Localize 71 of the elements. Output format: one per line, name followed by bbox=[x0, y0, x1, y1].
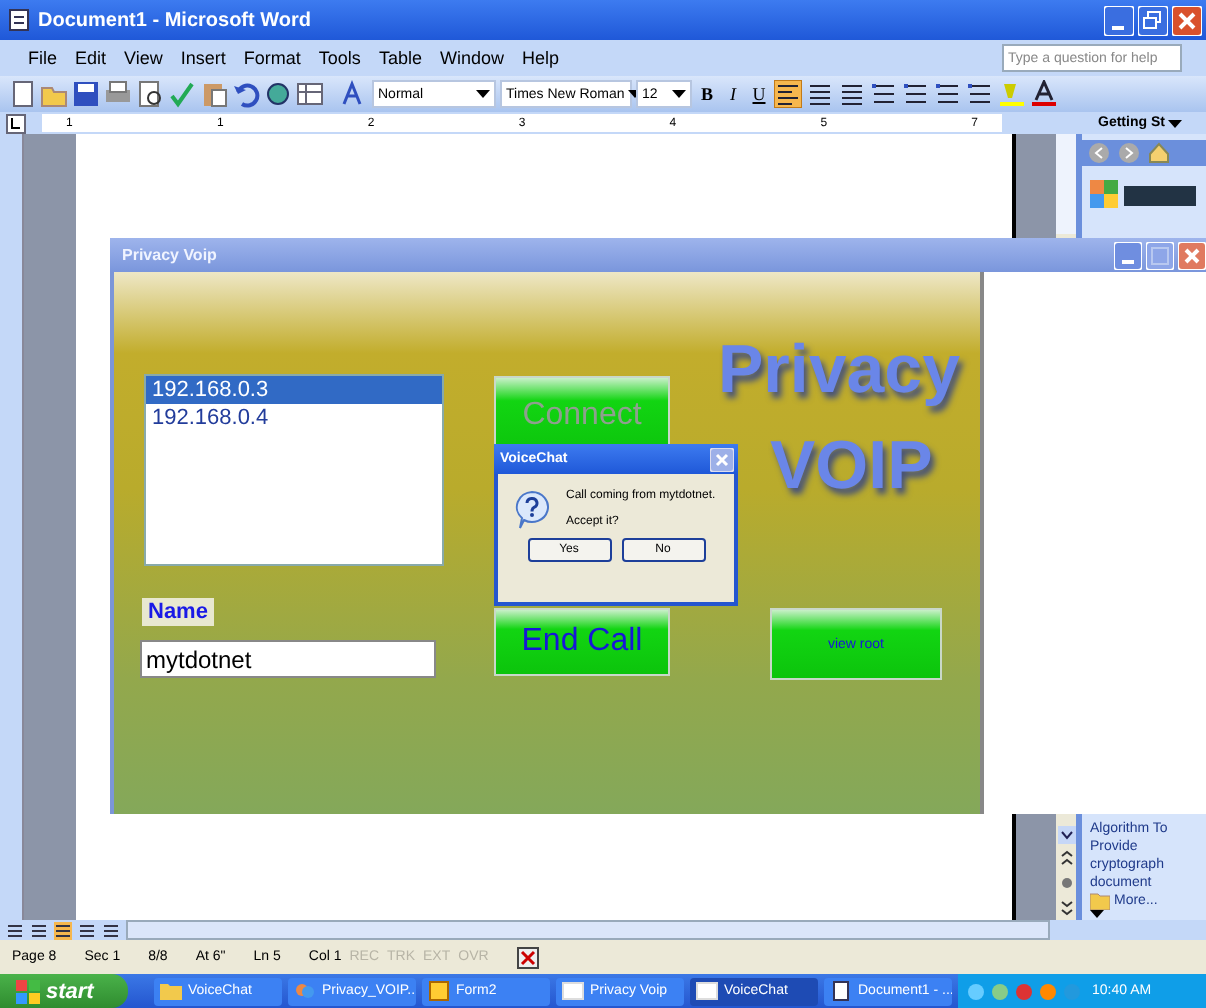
print-icon[interactable] bbox=[104, 80, 132, 108]
numbered-list-icon[interactable] bbox=[870, 80, 898, 108]
windows-logo-icon bbox=[16, 979, 40, 1003]
paste-icon[interactable] bbox=[200, 80, 228, 108]
font-color-icon[interactable] bbox=[1030, 80, 1058, 108]
folder-icon bbox=[160, 980, 182, 1002]
browse-object-icon[interactable] bbox=[1057, 874, 1075, 892]
list-item[interactable]: 192.168.0.4 bbox=[146, 404, 442, 432]
spelling-status-icon bbox=[516, 945, 545, 969]
web-view-icon[interactable] bbox=[30, 921, 48, 939]
menu-item[interactable]: Edit bbox=[75, 48, 107, 68]
align-center-icon[interactable] bbox=[806, 80, 834, 108]
normal-view-icon[interactable] bbox=[6, 921, 24, 939]
italic-button[interactable]: I bbox=[722, 84, 744, 104]
minimize-icon[interactable] bbox=[1114, 241, 1142, 269]
minimize-icon[interactable] bbox=[1104, 5, 1134, 35]
end-call-button[interactable]: End Call bbox=[494, 608, 670, 676]
back-icon[interactable] bbox=[1088, 142, 1110, 164]
bulleted-list-icon[interactable] bbox=[902, 80, 930, 108]
scrollbar-track[interactable] bbox=[1056, 134, 1076, 234]
menu-item[interactable]: File bbox=[28, 48, 58, 68]
underline-button[interactable]: U bbox=[748, 84, 770, 104]
menu-item[interactable]: Format bbox=[243, 48, 301, 68]
dropdown-arrow-icon bbox=[476, 90, 490, 98]
folder-icon bbox=[1090, 892, 1110, 910]
table-icon[interactable] bbox=[296, 80, 324, 108]
logo-text: Privacy bbox=[718, 332, 960, 410]
undo-icon[interactable] bbox=[232, 80, 260, 108]
outline-view-icon[interactable] bbox=[78, 921, 96, 939]
app-icon bbox=[294, 980, 316, 1002]
reading-view-icon[interactable] bbox=[102, 921, 120, 939]
indent-icon[interactable] bbox=[934, 80, 962, 108]
list-item[interactable]: 192.168.0.3 bbox=[146, 376, 442, 404]
dropdown-arrow-icon[interactable] bbox=[1168, 119, 1183, 127]
align-right-icon[interactable] bbox=[838, 80, 866, 108]
menu-item[interactable]: Tools bbox=[318, 48, 361, 68]
menu-item[interactable]: Window bbox=[439, 48, 504, 68]
question-icon bbox=[514, 490, 550, 530]
window-icon bbox=[562, 980, 584, 1002]
previous-page-icon[interactable] bbox=[1057, 850, 1075, 868]
close-icon[interactable] bbox=[710, 447, 734, 471]
menu-item[interactable]: Insert bbox=[180, 48, 226, 68]
window-title: Privacy Voip bbox=[122, 246, 219, 264]
dropdown-arrow-icon bbox=[672, 90, 686, 98]
menu-item[interactable]: View bbox=[124, 48, 163, 68]
bold-button[interactable]: B bbox=[696, 84, 718, 104]
menu-item[interactable]: Help bbox=[521, 48, 559, 68]
name-label: Name bbox=[142, 598, 214, 626]
scroll-down-icon[interactable] bbox=[1057, 826, 1075, 844]
print-view-icon[interactable] bbox=[54, 921, 72, 939]
horizontal-scrollbar[interactable] bbox=[126, 920, 1050, 940]
window-icon bbox=[696, 980, 718, 1002]
menu-item[interactable]: Table bbox=[378, 48, 422, 68]
logo-text: VOIP bbox=[770, 428, 933, 506]
new-document-icon[interactable] bbox=[8, 80, 36, 108]
next-page-icon[interactable] bbox=[1057, 898, 1075, 916]
align-left-icon[interactable] bbox=[774, 80, 802, 108]
tab-stop-icon[interactable] bbox=[6, 113, 26, 133]
preview-icon[interactable] bbox=[136, 80, 164, 108]
forward-icon[interactable] bbox=[1118, 142, 1140, 164]
name-field[interactable]: mytdotnet bbox=[140, 640, 436, 678]
border-icon[interactable] bbox=[966, 80, 994, 108]
restore-icon[interactable] bbox=[1138, 5, 1168, 35]
office-logo-icon bbox=[1090, 176, 1200, 212]
form-icon bbox=[428, 980, 450, 1002]
dropdown-arrow-icon[interactable] bbox=[1090, 910, 1104, 918]
document-icon bbox=[830, 980, 852, 1002]
globe-icon[interactable] bbox=[264, 80, 292, 108]
document-icon bbox=[8, 8, 30, 32]
window-title: Document1 - Microsoft Word bbox=[38, 9, 313, 31]
save-icon[interactable] bbox=[72, 80, 100, 108]
